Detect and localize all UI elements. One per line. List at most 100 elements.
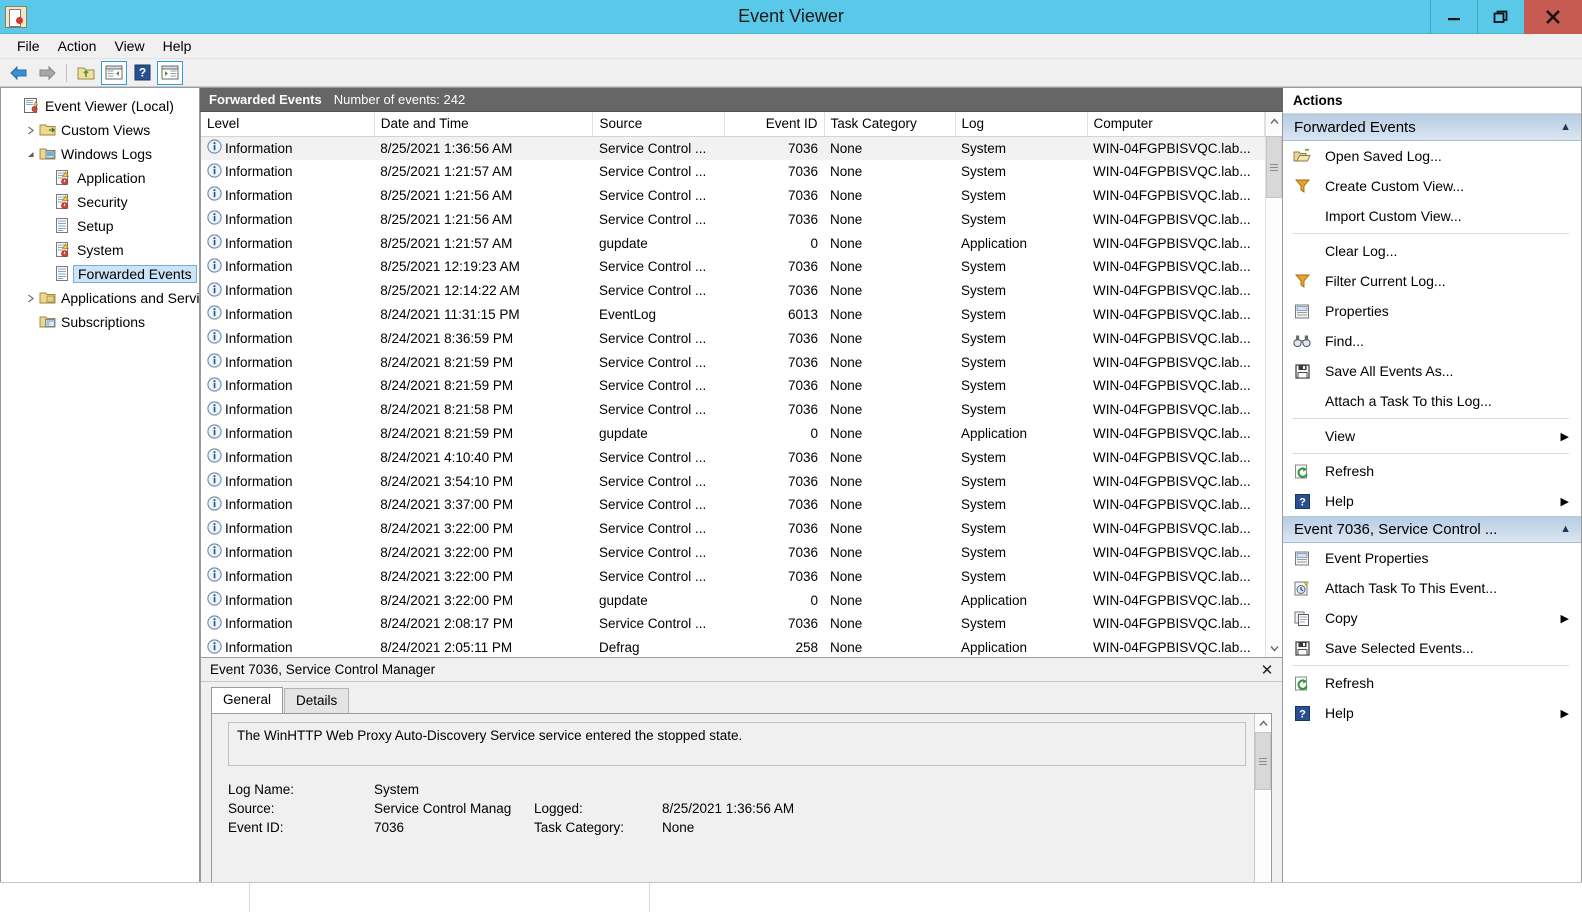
column-header-log[interactable]: Log <box>955 112 1088 137</box>
close-icon[interactable]: ✕ <box>1256 660 1278 680</box>
tab-details[interactable]: Details <box>284 688 350 714</box>
tree-item-custom-views[interactable]: Custom Views <box>1 118 199 142</box>
action-item-create-custom-view[interactable]: Create Custom View... <box>1283 171 1581 201</box>
chevron-collapsed-icon[interactable] <box>23 123 37 137</box>
scroll-track[interactable] <box>1266 130 1282 639</box>
event-list-vertical-scrollbar[interactable] <box>1265 112 1282 657</box>
column-header-computer[interactable]: Computer <box>1087 112 1266 137</box>
actions-group-title: Event 7036, Service Control ... <box>1294 520 1498 538</box>
action-item-view[interactable]: View ▶ <box>1283 421 1581 451</box>
submenu-arrow-icon[interactable]: ▶ <box>1561 430 1569 443</box>
table-row[interactable]: Information 8/24/2021 4:10:40 PM Service C… <box>201 445 1265 469</box>
event-list[interactable]: Level Date and Time Source Event ID Task… <box>201 112 1266 657</box>
tree-item-windows-logs[interactable]: Windows Logs <box>1 142 199 166</box>
scroll-down-button[interactable] <box>1266 639 1282 657</box>
table-row[interactable]: Information 8/25/2021 1:21:56 AM Service C… <box>201 184 1265 208</box>
menu-view[interactable]: View <box>105 35 153 57</box>
table-row[interactable]: Information 8/24/2021 8:21:59 PM gupdate 0 N… <box>201 422 1265 446</box>
submenu-arrow-icon[interactable]: ▶ <box>1561 495 1569 508</box>
level-label: Information <box>225 259 293 275</box>
column-header-level[interactable]: Level <box>201 112 375 137</box>
back-icon[interactable] <box>6 61 32 85</box>
tab-general[interactable]: General <box>211 687 284 713</box>
action-item-attach-task-to-this-event[interactable]: Attach Task To This Event... <box>1283 573 1581 603</box>
action-item-save-selected-events[interactable]: Save Selected Events... <box>1283 633 1581 663</box>
table-row[interactable]: Information 8/25/2021 1:21:57 AM gupdate 0 N… <box>201 231 1265 255</box>
action-item-refresh[interactable]: Refresh <box>1283 668 1581 698</box>
tree-item-system[interactable]: System <box>1 238 199 262</box>
tree-item-event-viewer-local[interactable]: Event Viewer (Local) <box>1 94 199 118</box>
restore-button[interactable] <box>1477 0 1524 34</box>
action-item-help[interactable]: ? Help ▶ <box>1283 486 1581 516</box>
chevron-up-icon[interactable]: ▲ <box>1560 121 1571 133</box>
table-row[interactable]: Information 8/24/2021 3:22:00 PM Service C… <box>201 517 1265 541</box>
table-row[interactable]: Information 8/24/2021 3:22:00 PM Service C… <box>201 541 1265 565</box>
table-row[interactable]: Information 8/24/2021 8:21:59 PM Service C… <box>201 350 1265 374</box>
scroll-track[interactable] <box>1255 732 1271 882</box>
table-row[interactable]: Information 8/25/2021 1:36:56 AM Service C… <box>201 136 1265 160</box>
scroll-thumb[interactable] <box>1255 732 1271 790</box>
help-icon[interactable]: ? <box>129 61 155 85</box>
action-item-copy[interactable]: Copy ▶ <box>1283 603 1581 633</box>
chevron-collapsed-icon[interactable] <box>23 291 37 305</box>
table-row[interactable]: Information 8/24/2021 8:21:59 PM Service C… <box>201 374 1265 398</box>
tree-item-forwarded-events[interactable]: Forwarded Events <box>1 262 199 286</box>
action-item-help[interactable]: ? Help ▶ <box>1283 698 1581 728</box>
title-bar[interactable]: Event Viewer <box>0 0 1582 34</box>
chevron-up-icon[interactable]: ▲ <box>1560 523 1571 535</box>
table-row[interactable]: Information 8/24/2021 3:22:00 PM Service C… <box>201 564 1265 588</box>
action-item-import-custom-view[interactable]: Import Custom View... <box>1283 201 1581 231</box>
menu-action[interactable]: Action <box>49 35 106 57</box>
column-header-event-id[interactable]: Event ID <box>724 112 825 137</box>
action-item-attach-a-task-to-this-log[interactable]: Attach a Task To this Log... <box>1283 386 1581 416</box>
column-header-source[interactable]: Source <box>592 112 726 137</box>
submenu-arrow-icon[interactable]: ▶ <box>1561 612 1569 625</box>
tree-item-subscriptions[interactable]: Subscriptions <box>1 310 199 334</box>
scroll-up-button[interactable] <box>1255 714 1271 732</box>
scroll-thumb[interactable] <box>1266 136 1282 198</box>
event-message: The WinHTTP Web Proxy Auto-Discovery Ser… <box>228 722 1246 766</box>
action-item-filter-current-log[interactable]: Filter Current Log... <box>1283 266 1581 296</box>
minimize-button[interactable] <box>1430 0 1477 34</box>
tree-item-security[interactable]: Security <box>1 190 199 214</box>
table-row[interactable]: Information 8/25/2021 12:14:22 AM Service … <box>201 279 1265 303</box>
table-row[interactable]: Information 8/24/2021 3:37:00 PM Service C… <box>201 493 1265 517</box>
close-button[interactable] <box>1524 0 1582 34</box>
submenu-arrow-icon[interactable]: ▶ <box>1561 707 1569 720</box>
action-item-find[interactable]: Find... <box>1283 326 1581 356</box>
up-folder-icon[interactable] <box>73 61 99 85</box>
action-item-save-all-events-as[interactable]: Save All Events As... <box>1283 356 1581 386</box>
table-row[interactable]: Information 8/24/2021 2:05:11 PM Defrag 258… <box>201 636 1265 657</box>
table-row[interactable]: Information 8/24/2021 3:54:10 PM Service C… <box>201 469 1265 493</box>
table-row[interactable]: Information 8/24/2021 8:21:58 PM Service C… <box>201 398 1265 422</box>
chevron-expanded-icon[interactable] <box>23 147 37 161</box>
action-item-event-properties[interactable]: Event Properties <box>1283 543 1581 573</box>
column-header-date-and-time[interactable]: Date and Time <box>374 112 594 137</box>
action-item-clear-log[interactable]: Clear Log... <box>1283 236 1581 266</box>
menu-help[interactable]: Help <box>154 35 201 57</box>
forward-icon[interactable] <box>34 61 60 85</box>
column-header-task-category[interactable]: Task Category <box>824 112 956 137</box>
actions-group-header-1[interactable]: Event 7036, Service Control ... ▲ <box>1283 516 1581 543</box>
table-row[interactable]: Information 8/24/2021 3:22:00 PM gupdate 0 N… <box>201 588 1265 612</box>
tree-item-setup[interactable]: Setup <box>1 214 199 238</box>
cell-event-id: 7036 <box>787 378 818 394</box>
actions-group-header-0[interactable]: Forwarded Events ▲ <box>1283 114 1581 141</box>
table-row[interactable]: Information 8/24/2021 8:36:59 PM Service C… <box>201 326 1265 350</box>
table-row[interactable]: Information 8/25/2021 1:21:56 AM Service C… <box>201 207 1265 231</box>
details-vertical-scrollbar[interactable] <box>1254 714 1271 900</box>
tree-item-application[interactable]: Application <box>1 166 199 190</box>
scroll-up-button[interactable] <box>1266 112 1282 130</box>
cell-date-and-time: 8/25/2021 1:21:57 AM <box>380 164 513 180</box>
tree-item-applications-and-servi[interactable]: Applications and Servi <box>1 286 199 310</box>
action-item-refresh[interactable]: Refresh <box>1283 456 1581 486</box>
menu-file[interactable]: File <box>8 35 49 57</box>
table-row[interactable]: Information 8/25/2021 1:21:57 AM Service C… <box>201 160 1265 184</box>
action-item-properties[interactable]: Properties <box>1283 296 1581 326</box>
table-row[interactable]: Information 8/25/2021 12:19:23 AM Service … <box>201 255 1265 279</box>
show-console-tree-icon[interactable] <box>101 60 127 85</box>
table-row[interactable]: Information 8/24/2021 2:08:17 PM Service C… <box>201 612 1265 636</box>
action-item-open-saved-log[interactable]: Open Saved Log... <box>1283 141 1581 171</box>
show-action-pane-icon[interactable] <box>157 60 183 85</box>
table-row[interactable]: Information 8/24/2021 11:31:15 PM EventLog… <box>201 303 1265 327</box>
